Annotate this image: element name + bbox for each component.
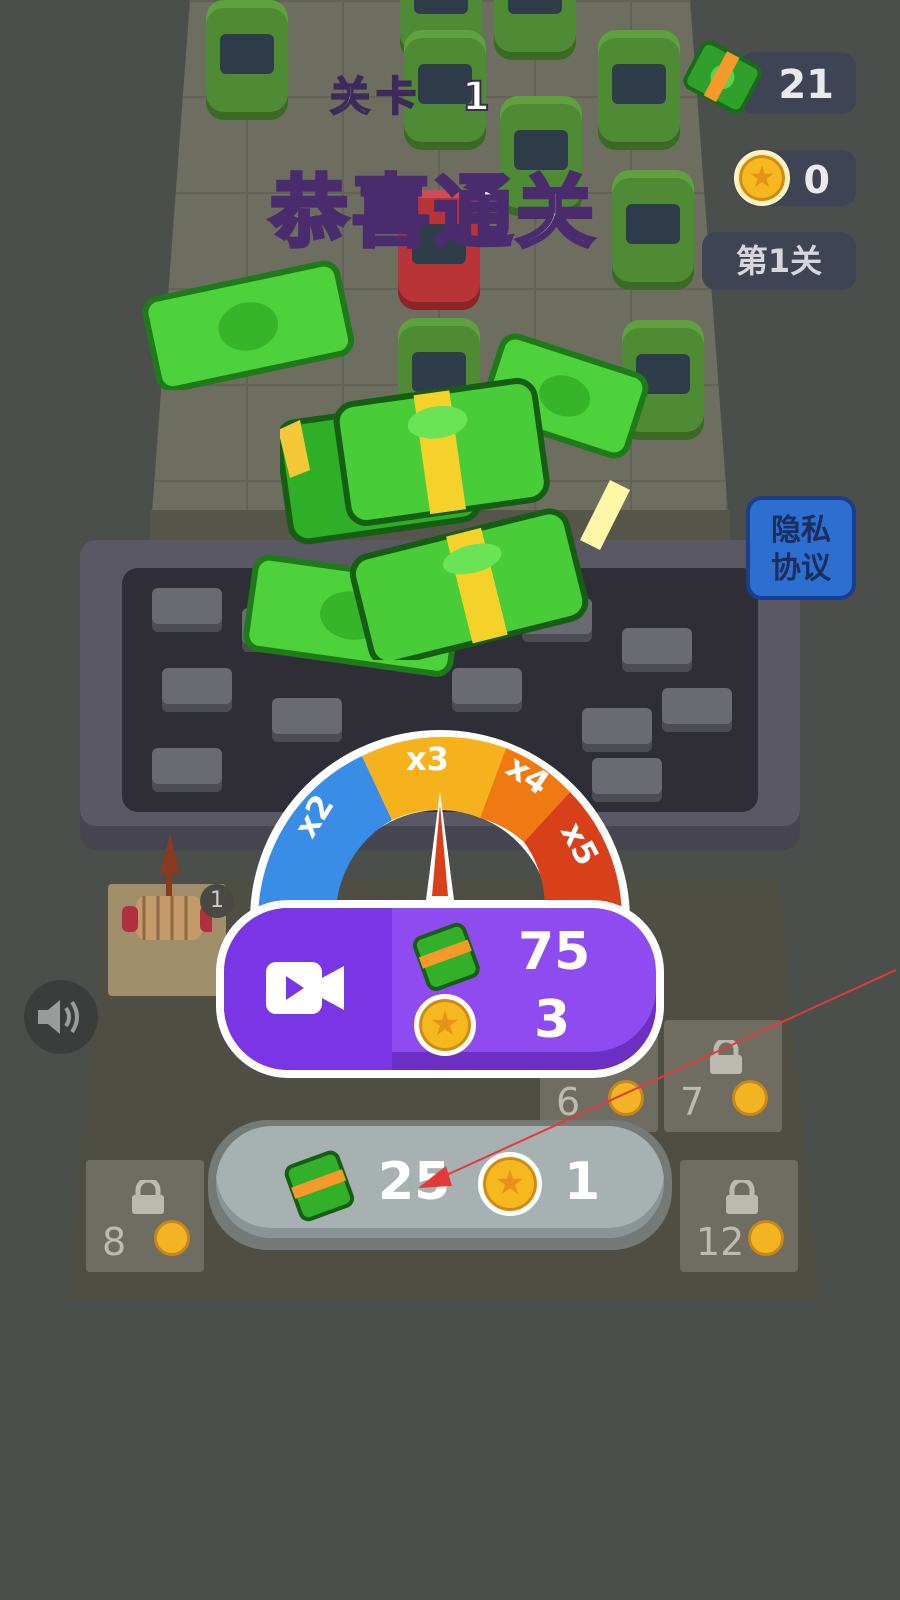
shredder-gear [662, 688, 732, 732]
cash-icon [284, 1150, 355, 1222]
coin-icon [154, 1220, 190, 1256]
cash-count: 21 [778, 62, 834, 108]
annotation-arrow [418, 969, 897, 1188]
sound-toggle-button[interactable] [24, 980, 98, 1054]
locked-slot[interactable]: 8 [86, 1160, 204, 1272]
cash-stack-icon [280, 377, 630, 660]
lock-icon [132, 1180, 164, 1214]
shredder-gear [152, 748, 222, 792]
privacy-policy-button[interactable]: 隐私 协议 [746, 496, 856, 600]
gauge-label-x3: x3 [406, 740, 449, 778]
win-title: 恭喜通关 [268, 166, 599, 260]
slot-number: 8 [102, 1220, 127, 1264]
active-slot[interactable]: 1 [108, 834, 234, 996]
coin-icon [748, 1220, 784, 1256]
coin-icon [734, 150, 790, 206]
slot-number: 12 [696, 1220, 745, 1264]
shredder-gear [152, 588, 222, 632]
level-label: 关卡 [329, 73, 422, 121]
cash-icon [683, 40, 762, 114]
car[interactable] [598, 30, 680, 150]
shredder-gear [162, 668, 232, 712]
winch-icon [122, 834, 212, 940]
level-tag: 第1关 [702, 232, 856, 290]
level-number: 1 [461, 73, 496, 121]
coin-count: 0 [803, 158, 830, 202]
video-icon [266, 962, 344, 1014]
car[interactable] [494, 0, 576, 60]
speaker-icon [38, 1000, 79, 1034]
privacy-line-1: 隐私 [771, 513, 831, 548]
gauge-segment-x2 [258, 756, 392, 920]
car[interactable] [612, 170, 694, 290]
car[interactable] [206, 0, 288, 120]
level-title: 关卡 1 [329, 64, 496, 122]
privacy-line-2: 协议 [771, 551, 831, 586]
